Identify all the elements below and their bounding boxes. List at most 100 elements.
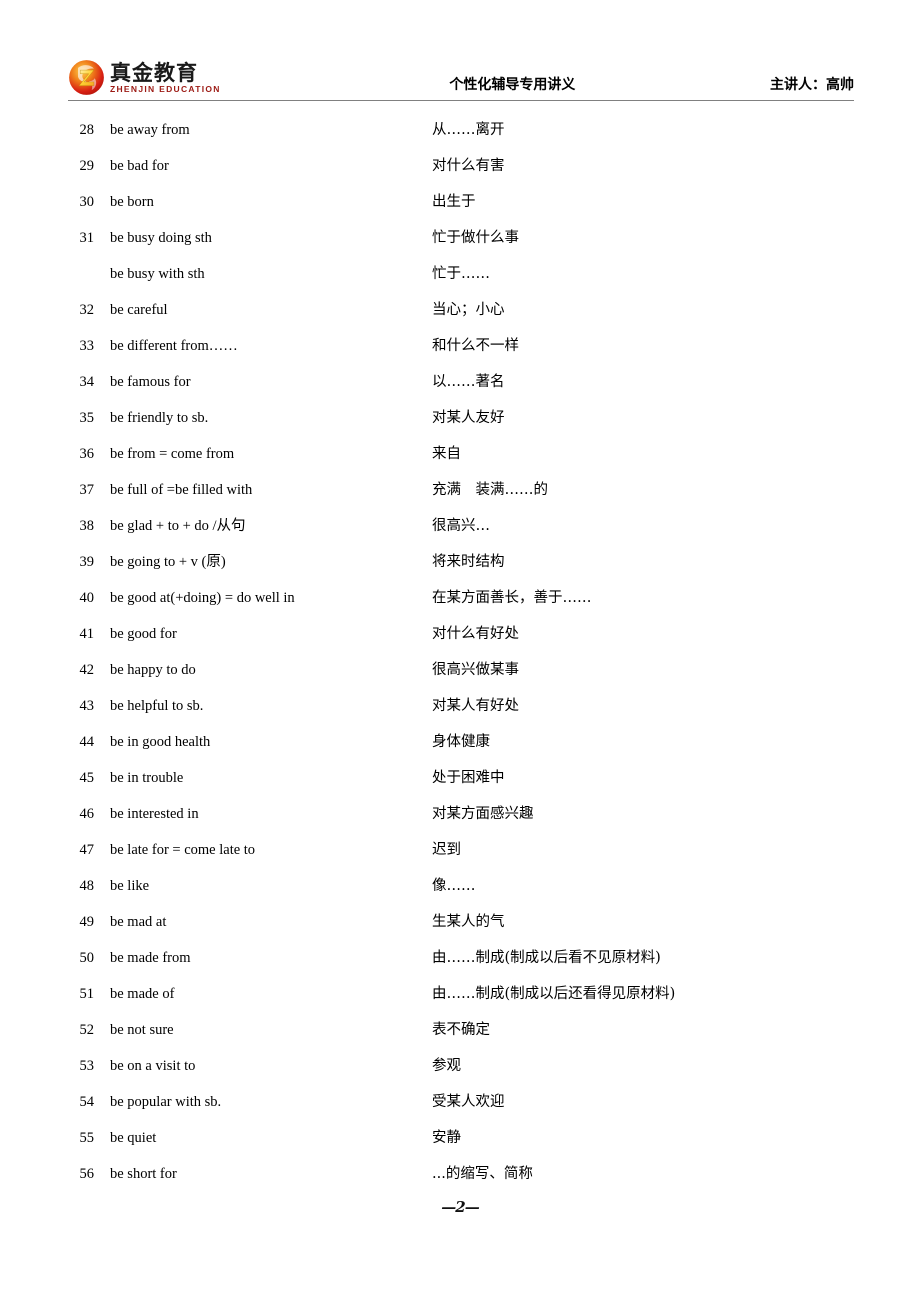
row-chinese-meaning: 对某方面感兴趣 bbox=[432, 806, 534, 822]
table-row: 28 be away from 从……离开 bbox=[68, 112, 868, 148]
row-number: 34 bbox=[79, 374, 95, 390]
table-row: 49 be mad at 生某人的气 bbox=[68, 904, 868, 940]
row-english-phrase: be made from bbox=[110, 950, 191, 966]
row-number: 51 bbox=[79, 986, 95, 1002]
table-row: 55 be quiet 安静 bbox=[68, 1120, 868, 1156]
row-chinese-meaning: 忙于…… bbox=[432, 266, 490, 282]
table-row: 39 be going to + v (原) 将来时结构 bbox=[68, 544, 868, 580]
row-number: 56 bbox=[79, 1166, 95, 1182]
page-header: 真金教育 ZHENJIN EDUCATION 个性化辅导专用讲义 主讲人：高帅 bbox=[68, 46, 854, 98]
row-english-phrase: be popular with sb. bbox=[110, 1094, 222, 1110]
table-row: 30 be born 出生于 bbox=[68, 184, 868, 220]
row-english-phrase: be busy with sth bbox=[110, 266, 205, 282]
row-chinese-meaning: 由……制成(制成以后看不见原材料) bbox=[432, 950, 661, 966]
row-number: 28 bbox=[79, 122, 95, 138]
row-number: 40 bbox=[79, 590, 95, 606]
row-number: 48 bbox=[79, 878, 95, 894]
row-chinese-meaning: 从……离开 bbox=[432, 122, 505, 138]
document-page: 真金教育 ZHENJIN EDUCATION 个性化辅导专用讲义 主讲人：高帅 … bbox=[0, 0, 920, 1302]
table-row: 36 be from = come from 来自 bbox=[68, 436, 868, 472]
row-number: 41 bbox=[79, 626, 95, 642]
brand-name-en: ZHENJIN EDUCATION bbox=[110, 83, 221, 94]
row-number: 36 bbox=[79, 446, 95, 462]
row-number: 37 bbox=[79, 482, 95, 498]
row-chinese-meaning: 处于困难中 bbox=[432, 770, 505, 786]
row-number: 55 bbox=[79, 1130, 95, 1146]
table-row: 47 be late for = come late to 迟到 bbox=[68, 832, 868, 868]
brand-name-cn: 真金教育 bbox=[110, 60, 198, 85]
table-row: 53 be on a visit to 参观 bbox=[68, 1048, 868, 1084]
row-english-phrase: be good for bbox=[110, 626, 177, 642]
table-row: 45 be in trouble 处于困难中 bbox=[68, 760, 868, 796]
row-english-phrase: be from = come from bbox=[110, 446, 235, 462]
row-chinese-meaning: ...的缩写、简称 bbox=[432, 1166, 533, 1182]
row-chinese-meaning: 迟到 bbox=[432, 842, 461, 858]
table-row: 51 be made of 由……制成(制成以后还看得见原材料) bbox=[68, 976, 868, 1012]
row-number: 42 bbox=[79, 662, 95, 678]
row-english-phrase: be interested in bbox=[110, 806, 199, 822]
table-row: 33 be different from…… 和什么不一样 bbox=[68, 328, 868, 364]
row-number: 38 bbox=[79, 518, 95, 534]
row-chinese-meaning: 对什么有害 bbox=[432, 158, 505, 174]
row-chinese-meaning: 和什么不一样 bbox=[432, 338, 519, 354]
row-english-phrase: be going to + v (原) bbox=[110, 554, 226, 570]
table-row: 35 be friendly to sb. 对某人友好 bbox=[68, 400, 868, 436]
header-divider bbox=[68, 100, 854, 101]
row-number: 45 bbox=[79, 770, 95, 786]
header-title: 个性化辅导专用讲义 bbox=[449, 77, 576, 93]
row-chinese-meaning: 生某人的气 bbox=[432, 914, 505, 930]
row-chinese-meaning: 表不确定 bbox=[432, 1022, 490, 1038]
row-chinese-meaning: 充满 装满……的 bbox=[432, 482, 548, 498]
table-row: 54 be popular with sb. 受某人欢迎 bbox=[68, 1084, 868, 1120]
row-number: 33 bbox=[79, 338, 95, 354]
row-number: 44 bbox=[79, 734, 95, 750]
row-english-phrase: be friendly to sb. bbox=[110, 410, 209, 426]
row-number: 53 bbox=[79, 1058, 95, 1074]
table-row: 46 be interested in 对某方面感兴趣 bbox=[68, 796, 868, 832]
row-number: 43 bbox=[79, 698, 95, 714]
row-chinese-meaning: 参观 bbox=[432, 1058, 461, 1074]
row-chinese-meaning: 对某人有好处 bbox=[432, 698, 519, 714]
row-english-phrase: be famous for bbox=[110, 374, 191, 390]
row-number: 35 bbox=[79, 410, 95, 426]
row-english-phrase: be like bbox=[110, 878, 150, 894]
row-english-phrase: be careful bbox=[110, 302, 168, 318]
row-chinese-meaning: 安静 bbox=[432, 1130, 461, 1146]
row-chinese-meaning: 当心；小心 bbox=[432, 302, 505, 318]
row-english-phrase: be in good health bbox=[110, 734, 211, 750]
row-chinese-meaning: 出生于 bbox=[432, 194, 476, 210]
row-english-phrase: be different from…… bbox=[110, 338, 238, 354]
phrase-list: 28 be away from 从……离开 29 be bad for 对什么有害 30 be… bbox=[68, 112, 868, 1192]
brand-logo: 真金教育 ZHENJIN EDUCATION bbox=[68, 59, 221, 96]
table-row: 42 be happy to do 很高兴做某事 bbox=[68, 652, 868, 688]
row-english-phrase: be bad for bbox=[110, 158, 169, 174]
row-chinese-meaning: 忙于做什么事 bbox=[432, 230, 519, 246]
row-chinese-meaning: 像…… bbox=[432, 878, 476, 894]
zhenjin-logo-mark bbox=[68, 59, 105, 96]
row-english-phrase: be quiet bbox=[110, 1130, 157, 1146]
row-chinese-meaning: 很高兴做某事 bbox=[432, 662, 519, 678]
row-english-phrase: be helpful to sb. bbox=[110, 698, 204, 714]
row-english-phrase: be born bbox=[110, 194, 154, 210]
row-chinese-meaning: 来自 bbox=[432, 446, 461, 462]
row-chinese-meaning: 身体健康 bbox=[432, 734, 490, 750]
row-chinese-meaning: 对什么有好处 bbox=[432, 626, 519, 642]
table-row: 41 be good for 对什么有好处 bbox=[68, 616, 868, 652]
table-row: 29 be bad for 对什么有害 bbox=[68, 148, 868, 184]
row-number: 30 bbox=[79, 194, 95, 210]
row-number: 32 bbox=[79, 302, 95, 318]
row-english-phrase: be in trouble bbox=[110, 770, 184, 786]
row-english-phrase: be mad at bbox=[110, 914, 167, 930]
row-english-phrase: be on a visit to bbox=[110, 1058, 196, 1074]
table-row: 31 be busy doing sth 忙于做什么事 bbox=[68, 220, 868, 256]
row-number: 49 bbox=[79, 914, 95, 930]
row-number: 47 bbox=[79, 842, 95, 858]
table-row: 38 be glad + to + do /从句 很高兴… bbox=[68, 508, 868, 544]
row-number: 50 bbox=[79, 950, 95, 966]
row-english-phrase: be busy doing sth bbox=[110, 230, 212, 246]
table-row: 34 be famous for 以……著名 bbox=[68, 364, 868, 400]
table-row: 50 be made from 由……制成(制成以后看不见原材料) bbox=[68, 940, 868, 976]
row-number: 54 bbox=[79, 1094, 95, 1110]
row-english-phrase: be glad + to + do /从句 bbox=[110, 518, 246, 534]
row-number: 39 bbox=[79, 554, 95, 570]
